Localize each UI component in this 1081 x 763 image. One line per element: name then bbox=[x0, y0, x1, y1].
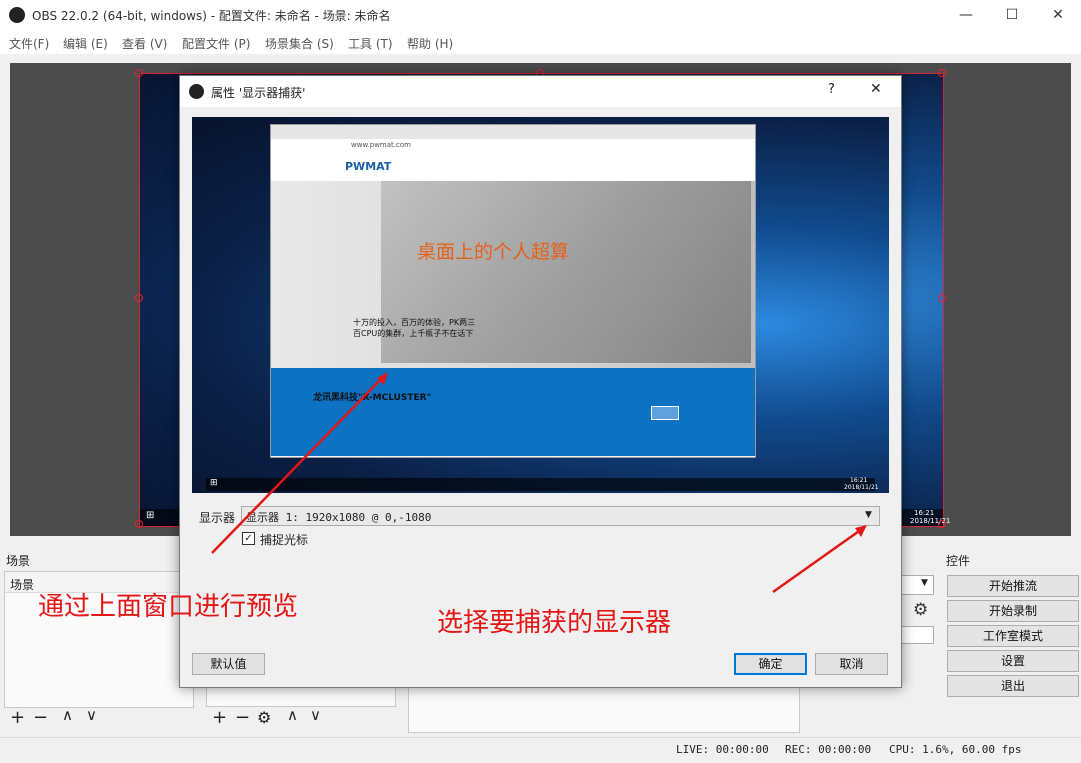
annotation-arrows bbox=[211, 372, 867, 594]
annotation-display-text: 选择要捕获的显示器 bbox=[437, 608, 672, 638]
annotation-arrow-right bbox=[772, 527, 863, 594]
annotation-arrow-left bbox=[211, 376, 384, 554]
annotation-preview-text: 通过上面窗口进行预览 bbox=[38, 592, 299, 622]
arrowhead-right bbox=[855, 525, 867, 537]
